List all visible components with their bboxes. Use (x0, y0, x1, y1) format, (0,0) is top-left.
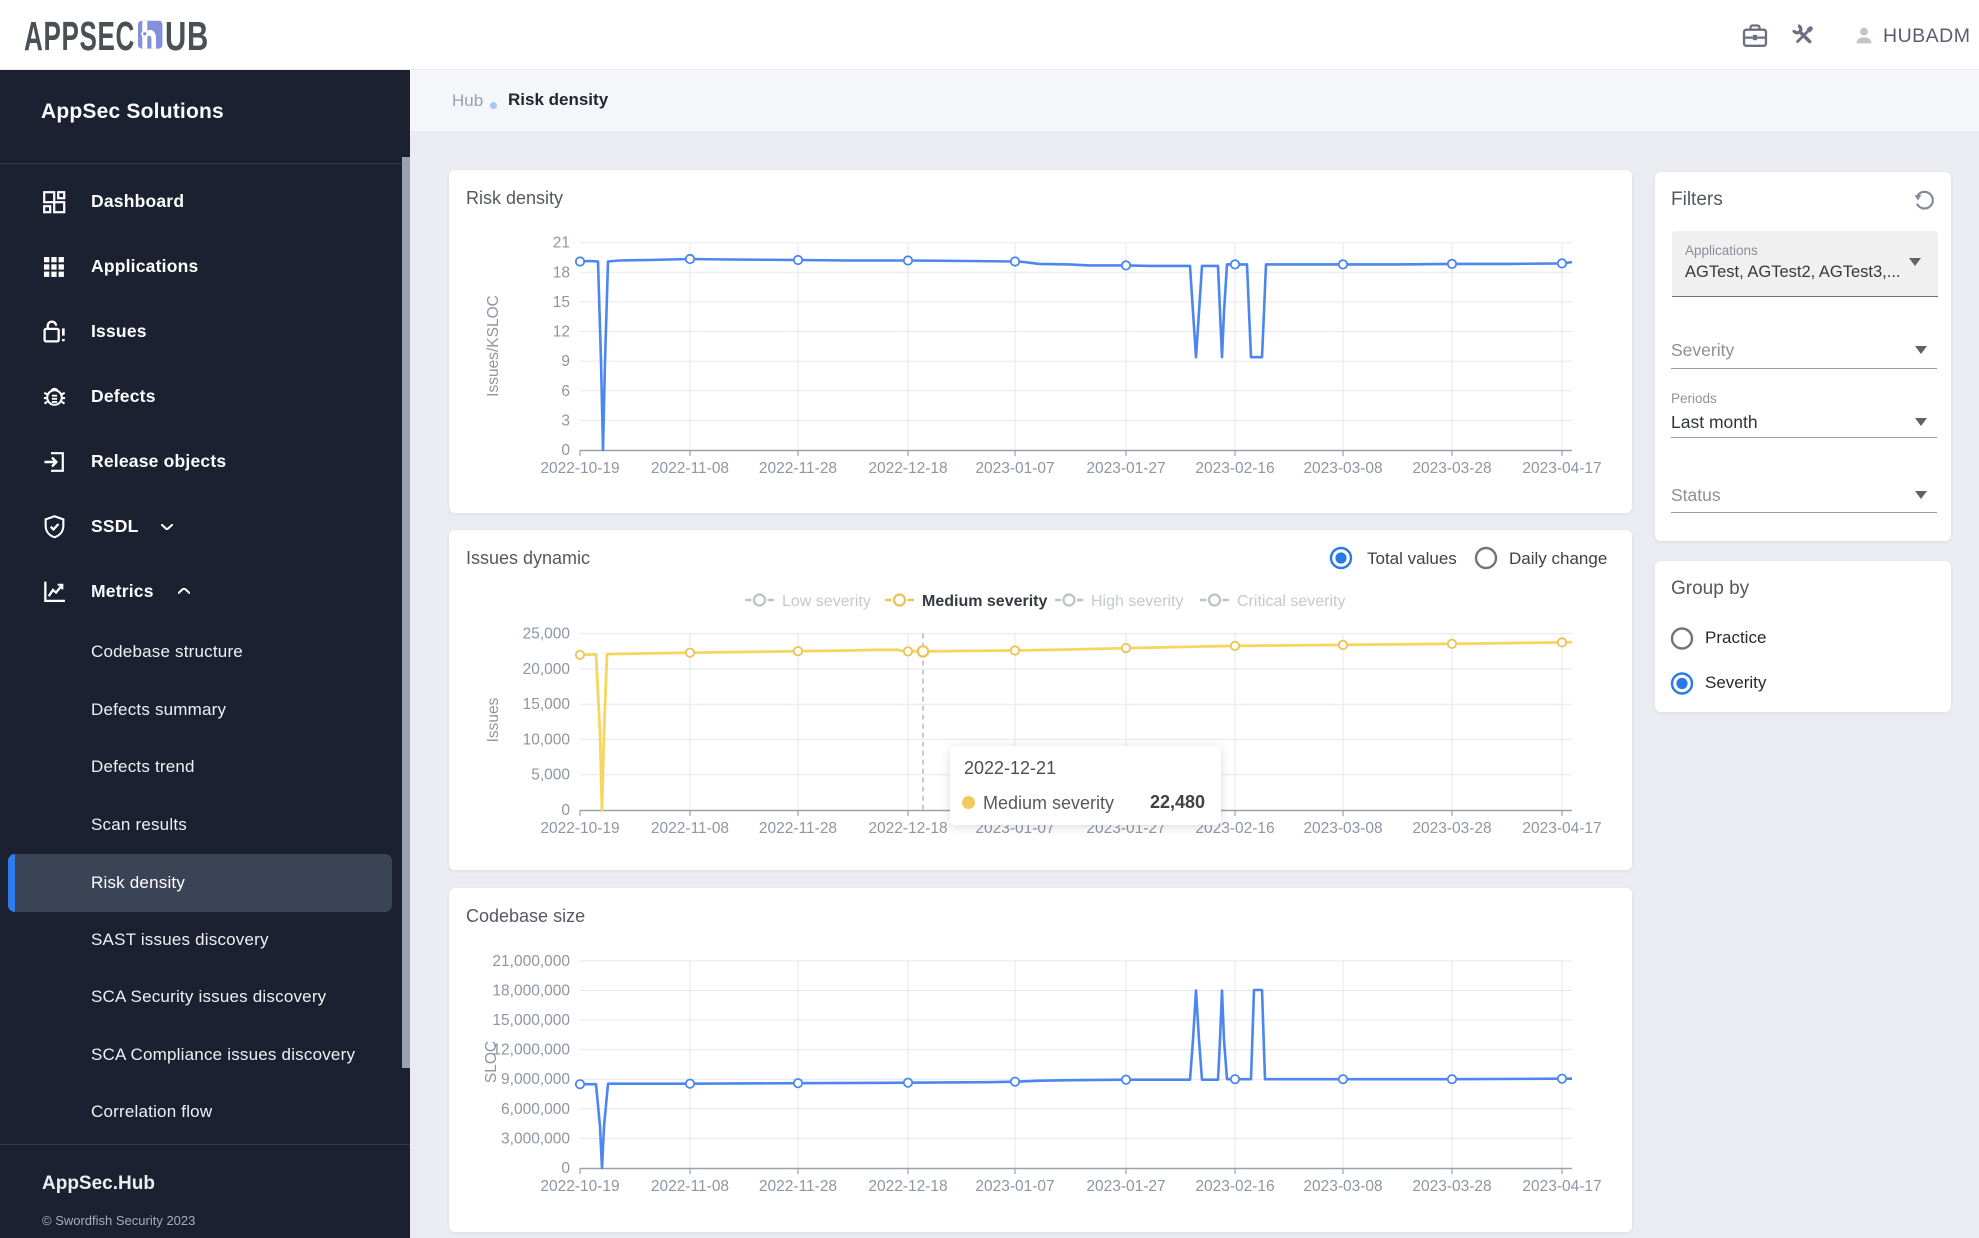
svg-text:2023-02-16: 2023-02-16 (1195, 460, 1274, 477)
svg-text:2023-01-27: 2023-01-27 (1086, 460, 1165, 477)
svg-text:2023-03-28: 2023-03-28 (1412, 460, 1491, 477)
svg-text:Issues/KSLOC: Issues/KSLOC (485, 295, 502, 397)
svg-text:2022-11-28: 2022-11-28 (759, 460, 837, 477)
svg-text:25,000: 25,000 (523, 626, 571, 643)
svg-text:2023-03-08: 2023-03-08 (1303, 1178, 1382, 1195)
svg-text:12: 12 (553, 324, 570, 341)
svg-text:2023-01-27: 2023-01-27 (1086, 1178, 1165, 1195)
svg-text:2023-04-17: 2023-04-17 (1522, 1178, 1601, 1195)
svg-text:2023-03-08: 2023-03-08 (1303, 820, 1382, 837)
svg-text:2022-10-19: 2022-10-19 (540, 1178, 619, 1195)
svg-text:20,000: 20,000 (523, 661, 571, 678)
svg-text:UB: UB (165, 13, 209, 59)
svg-text:12,000,000: 12,000,000 (492, 1042, 570, 1059)
svg-text:3,000,000: 3,000,000 (501, 1130, 570, 1147)
svg-text:21,000,000: 21,000,000 (492, 953, 570, 970)
svg-text:2023-01-07: 2023-01-07 (975, 460, 1054, 477)
svg-text:APPSEC: APPSEC (24, 13, 135, 59)
svg-text:6: 6 (561, 383, 570, 400)
svg-text:2023-03-28: 2023-03-28 (1412, 820, 1491, 837)
svg-text:2022-12-18: 2022-12-18 (868, 820, 947, 837)
svg-text:2023-03-28: 2023-03-28 (1412, 1178, 1491, 1195)
svg-text:0: 0 (561, 1160, 570, 1177)
svg-text:15: 15 (553, 294, 570, 311)
svg-text:2023-03-08: 2023-03-08 (1303, 460, 1382, 477)
svg-text:15,000,000: 15,000,000 (492, 1012, 570, 1029)
svg-text:2022-11-08: 2022-11-08 (651, 820, 729, 837)
svg-text:2022-10-19: 2022-10-19 (540, 460, 619, 477)
svg-text:2023-02-16: 2023-02-16 (1195, 1178, 1274, 1195)
svg-text:21: 21 (553, 235, 570, 252)
svg-text:9,000,000: 9,000,000 (501, 1071, 570, 1088)
svg-text:18,000,000: 18,000,000 (492, 983, 570, 1000)
svg-text:2023-01-07: 2023-01-07 (975, 1178, 1054, 1195)
svg-text:2022-11-08: 2022-11-08 (651, 1178, 729, 1195)
svg-text:2022-12-18: 2022-12-18 (868, 1178, 947, 1195)
svg-text:2023-04-17: 2023-04-17 (1522, 460, 1601, 477)
svg-text:SLOC: SLOC (483, 1041, 500, 1083)
svg-text:2022-11-28: 2022-11-28 (759, 820, 837, 837)
svg-text:10,000: 10,000 (523, 731, 571, 748)
svg-text:2022-11-28: 2022-11-28 (759, 1178, 837, 1195)
svg-text:0: 0 (561, 802, 570, 819)
svg-text:Issues: Issues (485, 697, 502, 742)
svg-text:9: 9 (561, 353, 570, 370)
svg-text:2022-12-18: 2022-12-18 (868, 460, 947, 477)
svg-text:2023-04-17: 2023-04-17 (1522, 820, 1601, 837)
svg-text:6,000,000: 6,000,000 (501, 1101, 570, 1118)
svg-text:18: 18 (553, 264, 570, 281)
svg-text:5,000: 5,000 (531, 767, 570, 784)
svg-text:3: 3 (561, 412, 570, 429)
svg-text:0: 0 (561, 442, 570, 459)
svg-text:15,000: 15,000 (523, 696, 571, 713)
svg-text:2022-10-19: 2022-10-19 (540, 820, 619, 837)
svg-text:2022-11-08: 2022-11-08 (651, 460, 729, 477)
